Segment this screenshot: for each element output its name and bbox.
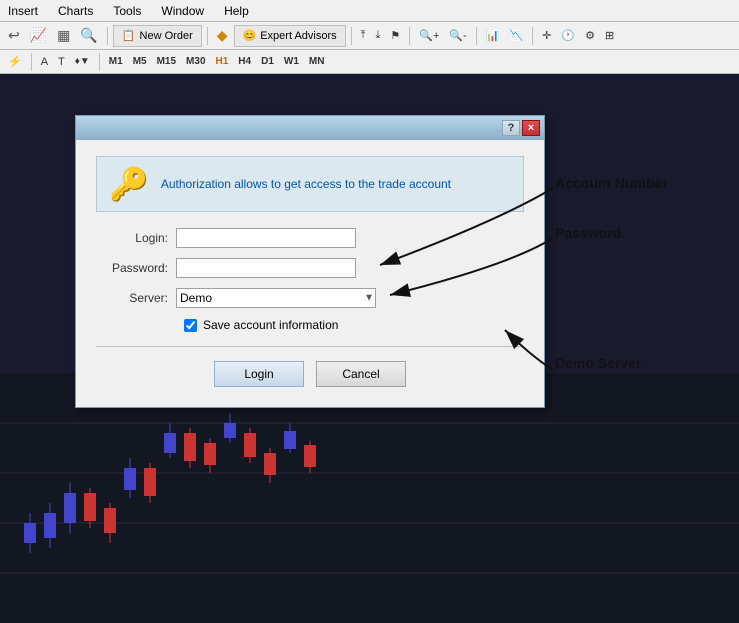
save-account-label: Save account information [203, 318, 338, 332]
diamond-btn[interactable]: ◆ [213, 25, 232, 47]
save-account-checkbox[interactable] [184, 319, 197, 332]
arrow-btn[interactable]: ↩ [4, 25, 24, 47]
password-input[interactable] [176, 258, 356, 278]
draw-btn[interactable]: A [37, 51, 52, 73]
server-label: Server: [96, 291, 176, 305]
period-m5[interactable]: M5 [129, 55, 151, 68]
magnify-btn[interactable]: 🔍 [76, 25, 101, 47]
dialog-titlebar: ? × [76, 116, 544, 140]
sep1 [107, 27, 108, 45]
chart-nav-up[interactable]: ⤒ [357, 25, 370, 47]
menu-tools[interactable]: Tools [109, 2, 145, 20]
text-btn[interactable]: T [54, 51, 69, 73]
dialog-buttons: Login Cancel [96, 361, 524, 391]
period-h4[interactable]: H4 [234, 55, 255, 68]
new-order-button[interactable]: 📋 New Order [113, 25, 202, 47]
period-m15[interactable]: M15 [153, 55, 180, 68]
sep3 [351, 27, 352, 45]
menu-insert[interactable]: Insert [4, 2, 42, 20]
candlestick-chart [0, 373, 739, 623]
toolbar-main: ↩ 📈 ▦ 🔍 📋 New Order ◆ 😊 Expert Advisors … [0, 22, 739, 50]
annotation-password: Password [555, 225, 621, 241]
chart-type-btn[interactable]: ▦ [53, 25, 74, 47]
login-input[interactable] [176, 228, 356, 248]
dialog-help-button[interactable]: ? [502, 120, 520, 136]
settings-btn[interactable]: ⚙ [581, 25, 599, 47]
period-w1[interactable]: W1 [280, 55, 303, 68]
line-chart-btn[interactable]: 📉 [505, 25, 527, 47]
expert-advisors-button[interactable]: 😊 Expert Advisors [234, 25, 346, 47]
label-btn[interactable]: ♦▼ [71, 51, 94, 73]
crosshair-btn[interactable]: ✛ [538, 25, 555, 47]
period-icon-btn[interactable]: ⚡ [4, 51, 26, 73]
sep2 [207, 27, 208, 45]
period-h1[interactable]: H1 [212, 55, 233, 68]
period-d1[interactable]: D1 [257, 55, 278, 68]
sep5 [476, 27, 477, 45]
sep6 [532, 27, 533, 45]
sep-p1 [31, 53, 32, 71]
server-select-wrapper: Demo ▼ [176, 288, 376, 308]
expert-advisors-label: Expert Advisors [260, 30, 336, 42]
dialog-header: 🔑 Authorization allows to get access to … [96, 156, 524, 212]
save-info-row: Save account information [184, 318, 524, 332]
menu-charts[interactable]: Charts [54, 2, 97, 20]
login-row: Login: [96, 228, 524, 248]
server-row: Server: Demo ▼ [96, 288, 524, 308]
grid-btn[interactable]: ⊞ [601, 25, 618, 47]
login-button[interactable]: Login [214, 361, 304, 387]
annotation-account-number: Account Number [555, 175, 668, 191]
zoom-in-btn[interactable]: 🔍+ [415, 25, 443, 47]
sep4 [409, 27, 410, 45]
key-icon: 🔑 [109, 165, 149, 203]
ea-icon: 😊 [243, 29, 257, 42]
dialog-body: 🔑 Authorization allows to get access to … [76, 140, 544, 407]
new-order-label: New Order [140, 30, 193, 42]
zoom-out-btn[interactable]: 🔍- [445, 25, 470, 47]
dialog-description: Authorization allows to get access to th… [161, 177, 451, 191]
menu-help[interactable]: Help [220, 2, 253, 20]
dialog-close-button[interactable]: × [522, 120, 540, 136]
bar-chart-btn[interactable]: 📊 [482, 25, 504, 47]
clock-btn[interactable]: 🕐 [557, 25, 579, 47]
period-m1[interactable]: M1 [105, 55, 127, 68]
menubar: Insert Charts Tools Window Help [0, 0, 739, 22]
chart-flag[interactable]: ⚑ [386, 25, 404, 47]
period-mn[interactable]: MN [305, 55, 329, 68]
order-icon: 📋 [122, 29, 136, 42]
login-dialog: ? × 🔑 Authorization allows to get access… [75, 115, 545, 408]
cancel-button[interactable]: Cancel [316, 361, 406, 387]
login-label: Login: [96, 231, 176, 245]
annotation-demo-server: Demo Server [555, 355, 641, 371]
period-m30[interactable]: M30 [182, 55, 209, 68]
server-select[interactable]: Demo [176, 288, 376, 308]
password-row: Password: [96, 258, 524, 278]
dialog-divider [96, 346, 524, 347]
sep-p2 [99, 53, 100, 71]
new-chart-btn[interactable]: 📈 [26, 25, 51, 47]
menu-window[interactable]: Window [157, 2, 208, 20]
toolbar-periods: ⚡ A T ♦▼ M1 M5 M15 M30 H1 H4 D1 W1 MN [0, 50, 739, 74]
chart-nav-down[interactable]: ⤓ [372, 25, 385, 47]
password-label: Password: [96, 261, 176, 275]
